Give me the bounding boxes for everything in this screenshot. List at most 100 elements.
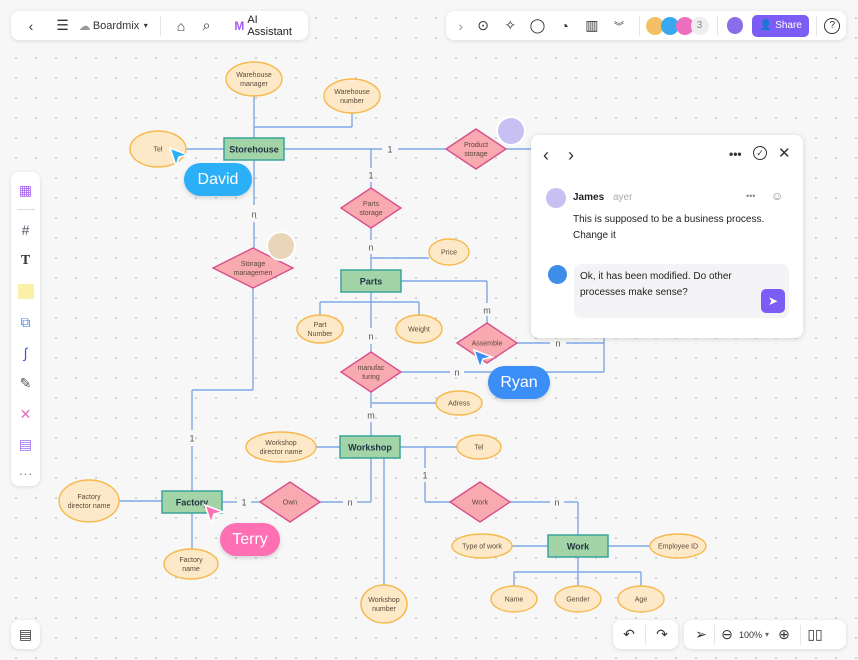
attribute-workshop-number[interactable]: Workshop number xyxy=(360,584,408,624)
resolve-icon[interactable]: ✓ xyxy=(753,146,767,160)
next-comment-icon[interactable]: › xyxy=(568,145,574,166)
attribute-weight[interactable]: Weight xyxy=(395,314,443,344)
user-avatar[interactable] xyxy=(726,17,744,34)
zoom-out-icon[interactable]: ⊖ xyxy=(715,626,739,643)
label-line: manufac xyxy=(358,365,385,372)
label-line: Own xyxy=(283,499,298,506)
attribute-warehouse-number[interactable]: Warehouse number xyxy=(323,78,381,114)
cardinality-label: n xyxy=(251,210,256,220)
label-line: Product xyxy=(464,142,488,149)
table-icon[interactable]: ▤ xyxy=(19,430,32,461)
relationship-work-rel[interactable]: Work xyxy=(448,481,512,523)
entity-parts[interactable]: Parts xyxy=(340,269,402,293)
tag-icon[interactable]: ⌂ xyxy=(169,18,193,34)
reply-input[interactable]: Ok, it has been modified. Do other proce… xyxy=(574,264,789,318)
cursor-label-terry: Terry xyxy=(220,523,280,556)
attribute-tel2[interactable]: Tel xyxy=(456,434,502,460)
label-line: director name xyxy=(260,449,303,456)
collaborator-avatar[interactable] xyxy=(498,118,524,144)
relationship-parts-storage[interactable]: Parts storage xyxy=(339,187,403,229)
attribute-factory-name[interactable]: Factory name xyxy=(163,548,219,580)
previous-comment-icon[interactable]: ‹ xyxy=(543,145,549,166)
reply-avatar xyxy=(548,265,567,284)
entity-workshop[interactable]: Workshop xyxy=(339,435,401,459)
attribute-age[interactable]: Age xyxy=(617,585,665,613)
zoom-in-icon[interactable]: ⊕ xyxy=(772,626,796,643)
attribute-gender[interactable]: Gender xyxy=(554,585,602,613)
undo-icon[interactable]: ↶ xyxy=(613,626,645,643)
present-icon[interactable]: ⊙ xyxy=(469,17,496,34)
shape-icon[interactable]: ⧉ xyxy=(21,307,31,338)
share-label: Share xyxy=(775,20,802,31)
comment-panel: ‹ › ••• ✓ ✕ James ayer ••• ☺ This is sup… xyxy=(531,135,803,338)
redo-icon[interactable]: ↷ xyxy=(646,626,678,643)
search-icon[interactable]: ⌕ xyxy=(193,17,220,34)
comment-author: James xyxy=(573,192,605,203)
relationship-own[interactable]: Own xyxy=(258,481,322,523)
zoom-level[interactable]: 100% xyxy=(739,630,762,640)
help-icon[interactable]: ? xyxy=(824,17,841,34)
attribute-ellipse xyxy=(225,61,283,97)
comment-icon[interactable]: ◯ xyxy=(524,17,551,34)
comment-text: This is supposed to be a business proces… xyxy=(573,214,765,241)
label-line: Employee ID xyxy=(658,543,698,550)
close-icon[interactable]: ✕ xyxy=(778,144,791,162)
attribute-adress[interactable]: Adress xyxy=(435,390,483,416)
entity-label: Work xyxy=(567,542,590,552)
attribute-name[interactable]: Name xyxy=(490,585,538,613)
pen-icon[interactable]: ✎ xyxy=(20,368,32,399)
frame-icon[interactable]: # xyxy=(22,215,30,246)
label-line: Type of work xyxy=(462,543,502,550)
celebrate-icon[interactable]: ✧ xyxy=(497,17,524,34)
cardinality-label: n xyxy=(554,498,559,508)
shape-label: Age xyxy=(635,596,648,603)
attribute-ellipse xyxy=(360,584,408,624)
sticky-note-icon[interactable] xyxy=(17,276,34,307)
zoom-chevron-icon[interactable]: ▾ xyxy=(765,630,769,639)
attribute-employee-id[interactable]: Employee ID xyxy=(649,533,707,559)
collaborator-avatar[interactable] xyxy=(268,233,294,259)
mindmap-icon[interactable]: ✕ xyxy=(20,399,32,430)
connector-icon[interactable]: ∫ xyxy=(24,337,28,368)
attribute-workshop-director[interactable]: Workshop director name xyxy=(245,431,317,463)
entity-storehouse[interactable]: Storehouse xyxy=(223,137,285,161)
attribute-ellipse xyxy=(163,548,219,580)
vote-icon[interactable]: ▥ xyxy=(578,17,605,34)
collaborator-avatars[interactable]: 3 xyxy=(645,16,709,35)
label-line: director name xyxy=(68,503,111,510)
board-name[interactable]: Boardmix xyxy=(93,20,139,32)
attribute-factory-director[interactable]: Factory director name xyxy=(58,479,120,523)
share-button[interactable]: 👤 Share xyxy=(752,14,810,37)
attribute-type-of-work[interactable]: Type of work xyxy=(451,533,513,559)
minimap-button[interactable]: ▤ xyxy=(11,620,40,649)
text-icon[interactable]: T xyxy=(21,245,30,276)
relationship-manufacturing[interactable]: manufac turing xyxy=(339,351,403,393)
more-options-icon[interactable]: ••• xyxy=(729,147,742,161)
attribute-warehouse-manager[interactable]: Warehouse manager xyxy=(225,61,283,97)
label-line: Workshop xyxy=(368,597,399,604)
emoji-icon[interactable]: ☺ xyxy=(771,189,783,203)
attribute-ellipse xyxy=(323,78,381,114)
entity-work[interactable]: Work xyxy=(547,534,609,558)
attribute-price[interactable]: Price xyxy=(428,238,470,266)
reply-text: Ok, it has been modified. Do other proce… xyxy=(580,271,732,298)
map-icon[interactable]: ▯▯ xyxy=(801,626,829,643)
shape-label: Price xyxy=(441,249,457,256)
more-icon[interactable]: ︾ xyxy=(605,18,632,33)
attribute-part-number[interactable]: Part Number xyxy=(296,314,344,344)
expand-icon[interactable]: › xyxy=(452,18,469,34)
send-button[interactable]: ➤ xyxy=(761,289,785,313)
left-toolbar: ▦ # T ⧉ ∫ ✎ ✕ ▤ ··· xyxy=(11,172,40,486)
attribute-ellipse xyxy=(296,314,344,344)
select-icon[interactable]: ➢ xyxy=(688,626,714,643)
chevron-down-icon[interactable]: ▾ xyxy=(139,21,152,30)
label-line: Workshop xyxy=(265,440,296,447)
comment-more-icon[interactable]: ••• xyxy=(746,191,755,201)
back-icon[interactable]: ‹ xyxy=(19,18,43,34)
more-tools-icon[interactable]: ··· xyxy=(19,460,33,486)
menu-icon[interactable]: ☰ xyxy=(49,17,76,34)
cardinality-label: n xyxy=(454,368,459,378)
templates-icon[interactable]: ▦ xyxy=(19,178,32,204)
ai-assistant-button[interactable]: AI Assistant xyxy=(247,14,300,38)
timer-icon[interactable]: ◔ xyxy=(551,18,578,34)
